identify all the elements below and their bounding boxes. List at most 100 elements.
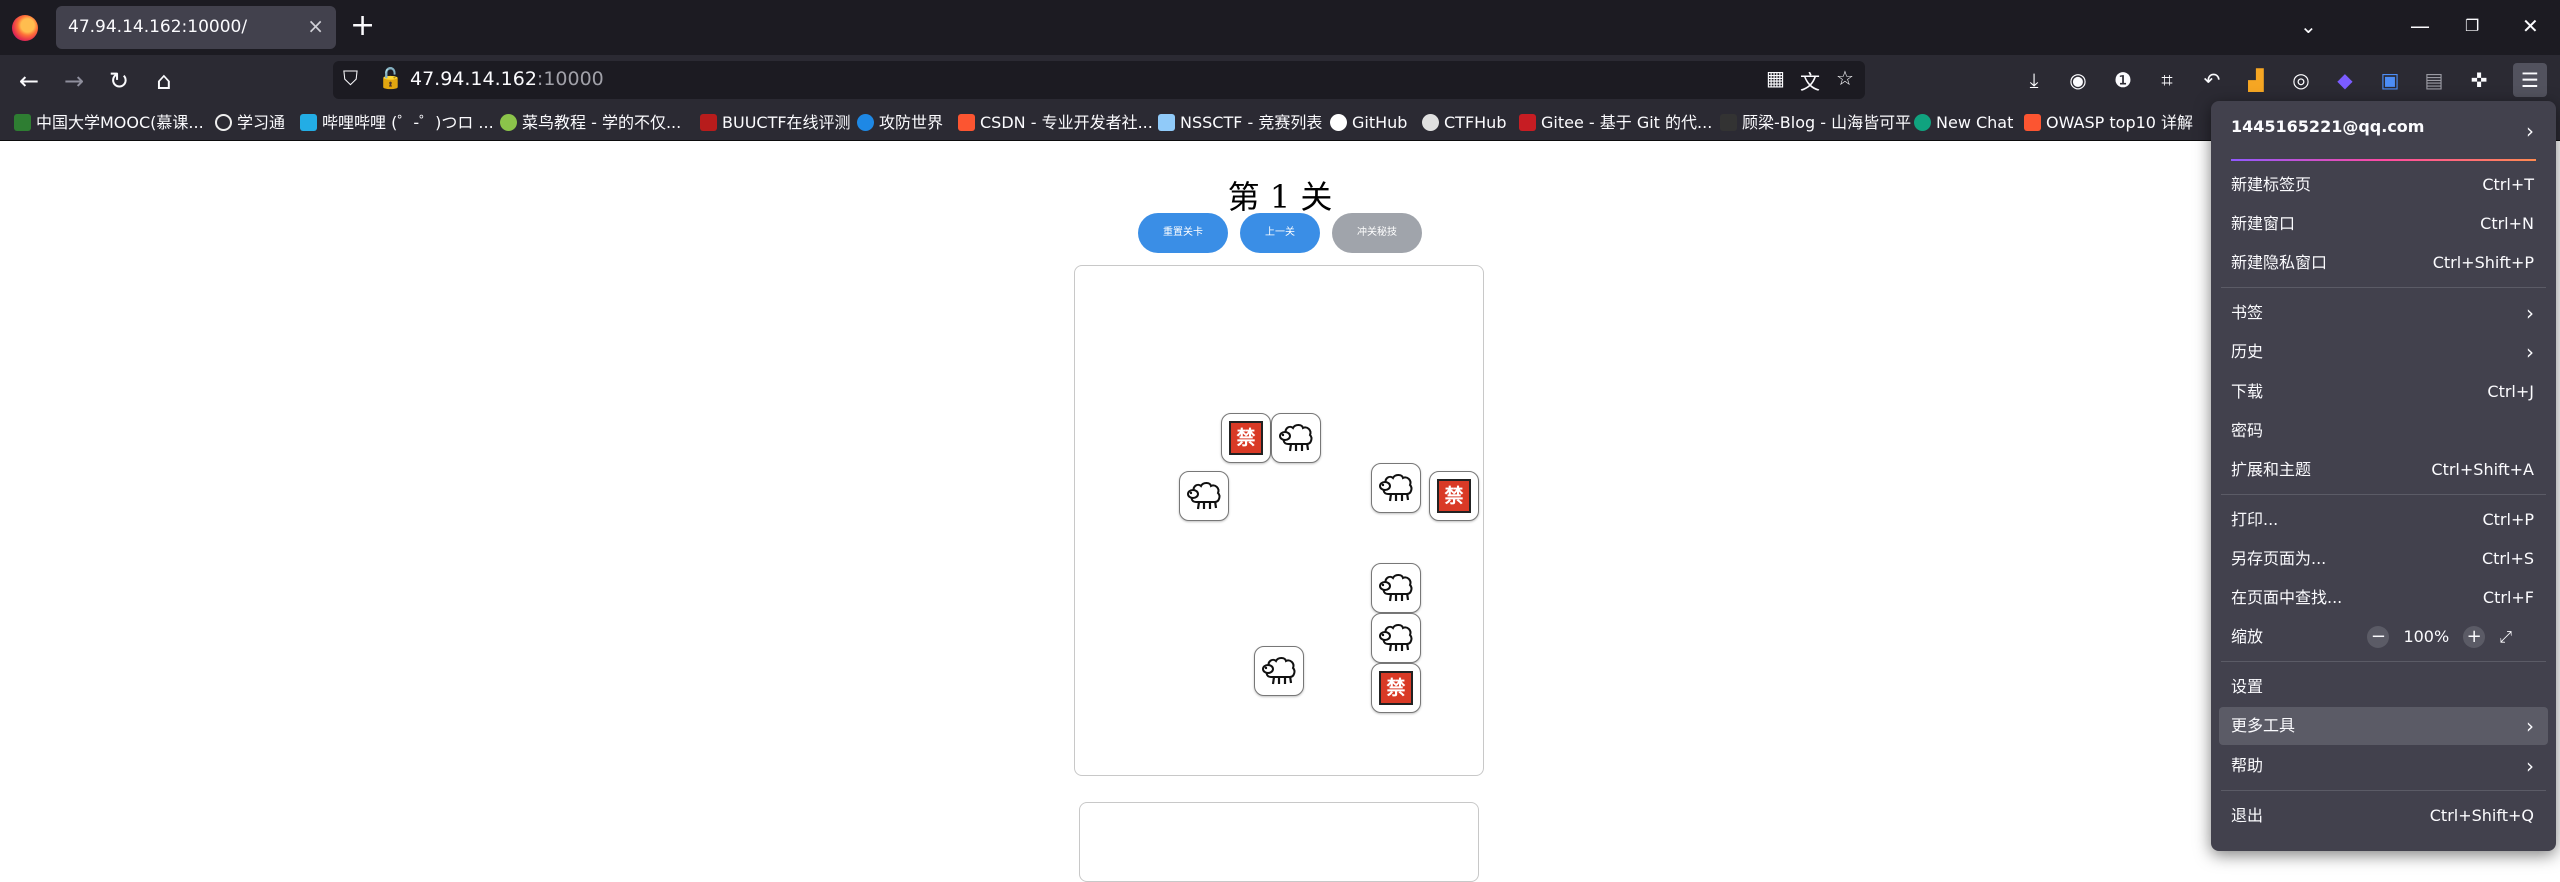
extensions-puzzle-icon[interactable]: ✜ xyxy=(2464,65,2494,95)
tile-sheep[interactable] xyxy=(1371,463,1421,513)
fullscreen-icon[interactable]: ⤢ xyxy=(2499,619,2512,655)
bookmark-star-icon[interactable]: ☆ xyxy=(1836,66,1854,90)
buuctf-favicon-icon xyxy=(700,114,717,131)
reader-extension-icon[interactable]: ▤ xyxy=(2419,65,2449,95)
menu-separator xyxy=(2221,790,2546,791)
tab-bar xyxy=(0,0,2560,55)
menu-item-bookmarks[interactable]: 书签 › xyxy=(2231,295,2534,331)
account-row[interactable]: › xyxy=(2231,113,2534,149)
reload-icon[interactable]: ↻ xyxy=(102,64,136,98)
bookmark-item[interactable]: 哔哩哔哩 (゜-゜)つロ ... xyxy=(300,109,494,137)
menu-item-more-tools[interactable]: 更多工具 › xyxy=(2231,708,2534,744)
menu-item-label: 新建窗口 xyxy=(2231,214,2296,233)
menu-item-save-page[interactable]: 另存页面为... Ctrl+S xyxy=(2231,541,2534,577)
blog-favicon-icon xyxy=(1720,114,1737,131)
tile-ban[interactable]: 禁 xyxy=(1429,471,1479,521)
menu-item-addons[interactable]: 扩展和主题 Ctrl+Shift+A xyxy=(2231,452,2534,488)
downloads-icon[interactable]: ⤓ xyxy=(2019,65,2049,95)
new-tab-icon[interactable]: + xyxy=(350,8,375,43)
menu-item-label: 退出 xyxy=(2231,806,2264,825)
app-menu-icon[interactable]: ☰ xyxy=(2513,63,2547,97)
globe-icon xyxy=(215,114,232,131)
bookmark-item[interactable]: 中国大学MOOC(慕课... xyxy=(14,109,204,137)
menu-item-quit[interactable]: 退出 Ctrl+Shift+Q xyxy=(2231,798,2534,834)
extension-circle-icon[interactable]: ◉ xyxy=(2063,65,2093,95)
gitee-favicon-icon xyxy=(1519,114,1536,131)
menu-item-print[interactable]: 打印... Ctrl+P xyxy=(2231,502,2534,538)
runoob-favicon-icon xyxy=(500,114,517,131)
cheat-button[interactable]: 冲关秘技 xyxy=(1332,213,1422,253)
reset-level-button[interactable]: 重置关卡 xyxy=(1138,213,1228,253)
translate-extension-icon[interactable]: ▣ xyxy=(2375,65,2405,95)
chevron-right-icon: › xyxy=(2526,119,2534,143)
account-divider xyxy=(2231,159,2536,161)
tile-ban[interactable]: 禁 xyxy=(1371,663,1421,713)
menu-item-settings[interactable]: 设置 xyxy=(2231,669,2534,705)
menu-item-label: 在页面中查找... xyxy=(2231,588,2343,607)
bookmark-item[interactable]: BUUCTF在线评测 xyxy=(700,109,851,137)
bookmark-label: 哔哩哔哩 (゜-゜)つロ ... xyxy=(322,113,494,132)
chart-extension-icon[interactable]: ▟ xyxy=(2241,65,2271,95)
menu-item-shortcut: Ctrl+Shift+P xyxy=(2432,253,2534,272)
menu-item-passwords[interactable]: 密码 xyxy=(2231,413,2534,449)
menu-item-help[interactable]: 帮助 › xyxy=(2231,748,2534,784)
tab-close-icon[interactable]: × xyxy=(307,14,324,38)
bookmark-item[interactable]: 菜鸟教程 - 学的不仅... xyxy=(500,109,681,137)
menu-item-history[interactable]: 历史 › xyxy=(2231,334,2534,370)
menu-item-label: 打印... xyxy=(2231,510,2279,529)
tile-sheep[interactable] xyxy=(1371,563,1421,613)
shield-icon[interactable]: ⛉ xyxy=(343,66,358,90)
crop-icon[interactable]: ⌗ xyxy=(2152,65,2182,95)
password-icon[interactable]: ❶ xyxy=(2108,65,2138,95)
bookmark-item[interactable]: GitHub xyxy=(1330,109,1407,137)
zoom-out-button[interactable]: − xyxy=(2367,626,2390,648)
tab-active[interactable]: 47.94.14.162:10000/ × xyxy=(56,6,336,49)
bookmark-item[interactable]: New Chat xyxy=(1914,109,2013,137)
bookmark-item[interactable]: CSDN - 专业开发者社... xyxy=(958,109,1153,137)
translate-icon[interactable]: 文 xyxy=(1800,66,1820,95)
bookmark-item[interactable]: 攻防世界 xyxy=(857,109,943,137)
home-icon[interactable]: ⌂ xyxy=(147,64,181,98)
back-icon[interactable]: ← xyxy=(12,64,46,98)
menu-item-new-tab[interactable]: 新建标签页 Ctrl+T xyxy=(2231,167,2534,203)
minimize-icon[interactable]: — xyxy=(2410,14,2430,38)
menu-item-new-window[interactable]: 新建窗口 Ctrl+N xyxy=(2231,206,2534,242)
tile-sheep[interactable] xyxy=(1179,471,1229,521)
bookmark-label: 顾梁-Blog - 山海皆可平 xyxy=(1742,113,1912,132)
zoom-in-button[interactable]: + xyxy=(2463,626,2486,648)
github-favicon-icon xyxy=(1330,114,1347,131)
menu-item-zoom: 缩放 − 100% + ⤢ xyxy=(2231,619,2534,655)
menu-item-new-private-window[interactable]: 新建隐私窗口 Ctrl+Shift+P xyxy=(2231,245,2534,281)
qr-code-icon[interactable]: ▦ xyxy=(1766,66,1785,90)
menu-item-find-in-page[interactable]: 在页面中查找... Ctrl+F xyxy=(2231,580,2534,616)
forward-icon[interactable]: → xyxy=(57,64,91,98)
menu-item-downloads[interactable]: 下载 Ctrl+J xyxy=(2231,374,2534,410)
vpn-extension-icon[interactable]: ◆ xyxy=(2330,65,2360,95)
tile-sheep[interactable] xyxy=(1254,646,1304,696)
glasses-icon[interactable]: ◎ xyxy=(2286,65,2316,95)
tile-ban[interactable]: 禁 xyxy=(1221,413,1271,463)
chevron-right-icon: › xyxy=(2526,340,2534,364)
restore-icon[interactable]: ❐ xyxy=(2465,16,2479,35)
insecure-lock-icon[interactable]: 🔓 xyxy=(378,66,403,90)
ctfhub-favicon-icon xyxy=(1422,114,1439,131)
bookmark-item[interactable]: 学习通 xyxy=(215,109,285,137)
menu-item-label: 设置 xyxy=(2231,677,2264,696)
bookmark-item[interactable]: CTFHub xyxy=(1422,109,1506,137)
url-text[interactable]: 47.94.14.162:10000 xyxy=(410,68,604,90)
bookmark-item[interactable]: Gitee - 基于 Git 的代... xyxy=(1519,109,1712,137)
bookmark-item[interactable]: OWASP top10 详解 xyxy=(2024,109,2193,137)
undo-icon[interactable]: ↶ xyxy=(2197,65,2227,95)
bookmark-item[interactable]: 顾梁-Blog - 山海皆可平 xyxy=(1720,109,1911,137)
openai-favicon-icon xyxy=(1914,114,1931,131)
prev-level-button[interactable]: 上一关 xyxy=(1240,213,1320,253)
tile-sheep[interactable] xyxy=(1271,413,1321,463)
firefox-logo-icon[interactable] xyxy=(12,15,38,41)
bookmark-item[interactable]: NSSCTF - 竞赛列表 xyxy=(1158,109,1322,137)
menu-item-label: 扩展和主题 xyxy=(2231,460,2312,479)
list-tabs-icon[interactable]: ⌄ xyxy=(2300,14,2317,38)
close-window-icon[interactable]: ✕ xyxy=(2522,14,2539,38)
tile-sheep[interactable] xyxy=(1371,613,1421,663)
zoom-level[interactable]: 100% xyxy=(2403,619,2449,655)
adworld-favicon-icon xyxy=(857,114,874,131)
